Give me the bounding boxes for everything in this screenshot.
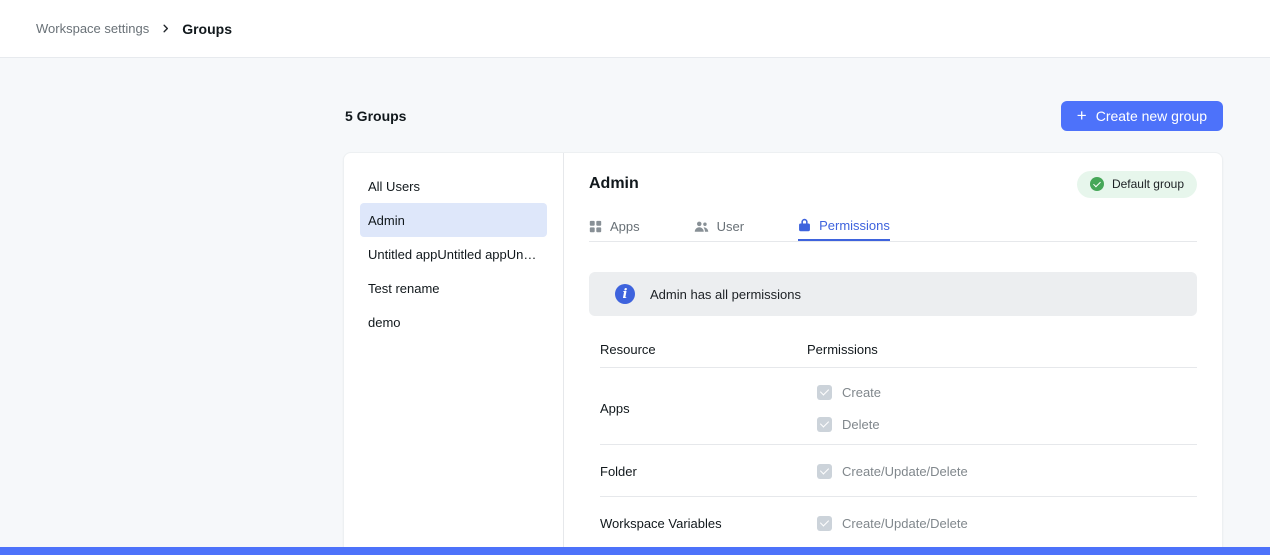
tab-permissions-label: Permissions [819,218,890,233]
groups-toolbar: 5 Groups + Create new group [343,101,1223,131]
breadcrumb-current-groups: Groups [182,21,232,37]
permissions-info-banner: Admin has all permissions [589,272,1197,316]
permissions-info-text: Admin has all permissions [650,287,801,302]
chevron-right-icon [160,23,171,34]
permission-option-folder-cud: Create/Update/Delete [817,460,968,482]
group-item-untitled-app[interactable]: Untitled appUntitled appUntitle… [360,237,547,271]
group-title: Admin [589,175,639,193]
permission-option-delete: Delete [817,413,881,435]
plus-icon: + [1077,107,1087,124]
resource-label: Folder [600,464,807,479]
permissions-cell: Create/Update/Delete [807,460,968,482]
permission-option-workspace-vars-cud: Create/Update/Delete [817,512,968,534]
groups-card: All Users Admin Untitled appUntitled app… [343,152,1223,555]
group-detail-panel: Admin Default group Apps [564,153,1222,555]
delete-checkbox[interactable] [817,417,832,432]
tab-user-label: User [717,219,744,234]
group-item-label: demo [368,315,401,330]
permission-option-create: Create [817,381,881,403]
bottom-accent-bar [0,547,1270,555]
create-new-group-label: Create new group [1096,108,1207,124]
column-header-permissions: Permissions [807,342,878,357]
group-item-demo[interactable]: demo [360,305,547,339]
default-group-badge-label: Default group [1112,177,1184,191]
create-checkbox[interactable] [817,385,832,400]
table-row-apps: Apps Create Delete [600,368,1197,445]
app-root: Workspace settings Groups 5 Groups + Cre… [0,0,1270,555]
folder-cud-checkbox[interactable] [817,464,832,479]
group-item-all-users[interactable]: All Users [360,169,547,203]
groups-count-label: 5 Groups [343,108,406,124]
group-item-admin[interactable]: Admin [360,203,547,237]
default-group-badge: Default group [1077,171,1197,198]
permissions-cell: Create/Update/Delete [807,512,968,534]
check-circle-icon [1090,177,1104,191]
table-row-workspace-variables: Workspace Variables Create/Update/Delete [600,497,1197,549]
group-item-test-rename[interactable]: Test rename [360,271,547,305]
tab-apps[interactable]: Apps [589,211,640,241]
permissions-table: Resource Permissions Apps Create [589,332,1197,549]
group-item-label: Test rename [368,281,440,296]
tab-apps-label: Apps [610,219,640,234]
permissions-cell: Create Delete [807,381,881,435]
breadcrumb-workspace-settings[interactable]: Workspace settings [36,21,149,36]
permission-label: Create [842,385,881,400]
resource-label: Apps [600,401,807,416]
group-detail-tabs: Apps User Permissions [589,211,1197,242]
top-bar: Workspace settings Groups [0,0,1270,58]
workspace-vars-cud-checkbox[interactable] [817,516,832,531]
users-icon [694,220,709,233]
group-item-label: All Users [368,179,420,194]
group-item-label: Admin [368,213,405,228]
create-new-group-button[interactable]: + Create new group [1061,101,1223,131]
tab-permissions[interactable]: Permissions [798,211,890,241]
tab-user[interactable]: User [694,211,744,241]
group-item-label: Untitled appUntitled appUntitle… [368,247,539,262]
table-row-folder: Folder Create/Update/Delete [600,445,1197,497]
group-detail-header: Admin Default group [589,169,1197,199]
resource-label: Workspace Variables [600,516,807,531]
lock-icon [798,218,811,232]
permission-label: Create/Update/Delete [842,516,968,531]
info-icon [615,284,635,304]
column-header-resource: Resource [600,342,807,357]
permission-label: Create/Update/Delete [842,464,968,479]
apps-grid-icon [589,220,602,233]
groups-list: All Users Admin Untitled appUntitled app… [344,153,564,555]
permissions-table-header: Resource Permissions [600,332,1197,368]
groups-page: 5 Groups + Create new group All Users Ad… [343,101,1223,555]
permission-label: Delete [842,417,880,432]
